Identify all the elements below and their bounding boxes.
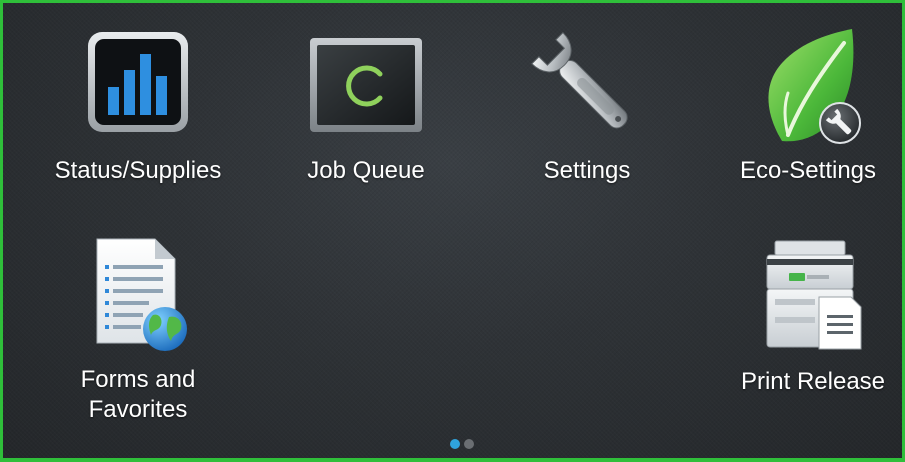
page-indicator [450, 439, 490, 451]
forms-and-favorites-label-line2: Favorites [88, 396, 188, 423]
page-dot-inactive[interactable] [464, 439, 474, 449]
print-release-label: Print Release [740, 368, 886, 395]
forms-globe-icon [83, 235, 193, 355]
bar-chart-icon [86, 30, 190, 134]
page-dot-active[interactable] [450, 439, 460, 449]
job-queue-label: Job Queue [307, 157, 425, 184]
eco-settings-app[interactable]: Eco-Settings [713, 23, 902, 193]
settings-app[interactable]: Settings [492, 25, 682, 190]
eco-settings-label: Eco-Settings [739, 157, 877, 184]
job-queue-app[interactable]: Job Queue [271, 36, 461, 196]
forms-and-favorites-label: Forms and Favorites [43, 365, 233, 425]
wrench-icon [527, 25, 647, 145]
forms-and-favorites-app[interactable]: Forms and Favorites [43, 235, 233, 435]
job-queue-icon [306, 36, 426, 136]
leaf-wrench-icon [748, 23, 868, 147]
status-supplies-label: Status/Supplies [54, 157, 222, 184]
status-supplies-app[interactable]: Status/Supplies [43, 30, 233, 190]
printer-document-icon [753, 237, 873, 355]
home-screen: Status/Supplies Job Queue Settings Eco-S… [0, 0, 905, 462]
settings-label: Settings [543, 157, 631, 184]
print-release-app[interactable]: Print Release [718, 237, 902, 407]
forms-and-favorites-label-line1: Forms and [80, 366, 196, 393]
